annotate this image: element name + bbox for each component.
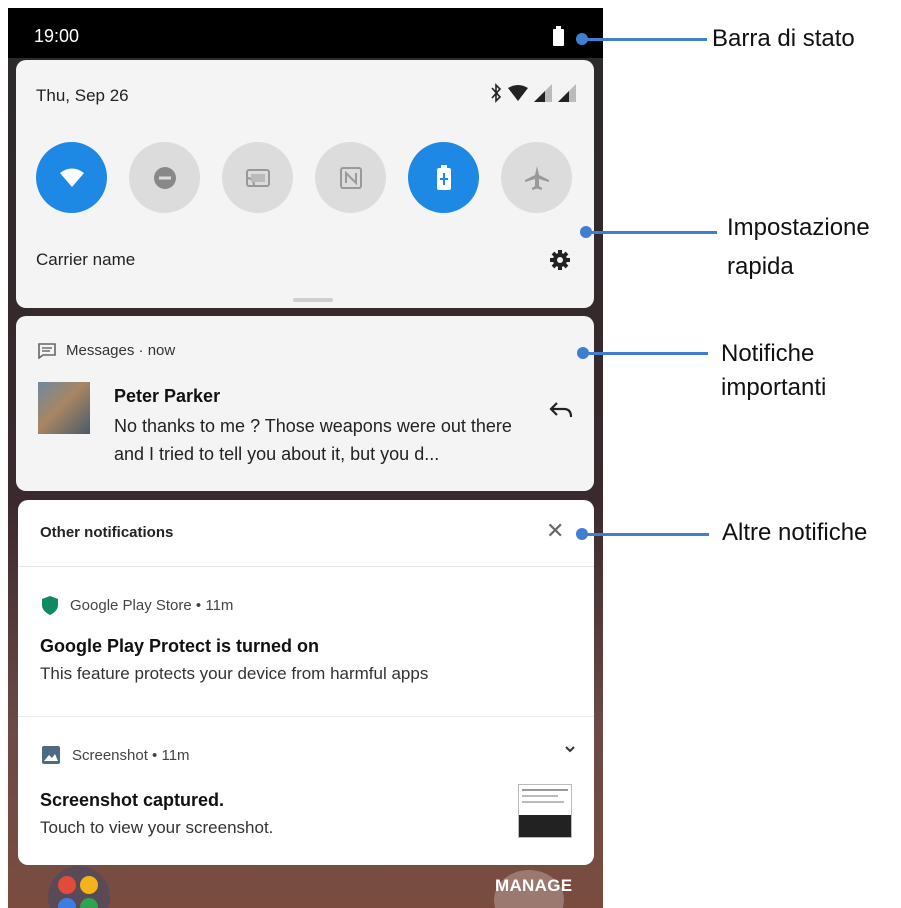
label-quick-settings-1: Impostazione	[727, 214, 870, 241]
screenshot-thumbnail[interactable]	[518, 784, 572, 838]
dnd-tile[interactable]	[129, 142, 200, 213]
carrier-name: Carrier name	[36, 250, 136, 269]
notification-app: Google Play Store • 11m	[70, 597, 234, 614]
quick-settings-panel: Thu, Sep 26 Carrier name	[16, 60, 594, 308]
phone-screen: 19:00 Thu, Sep 26 Carrier name Messages …	[8, 8, 603, 908]
other-notifications-title: Other notifications	[40, 524, 174, 541]
quick-tiles	[36, 142, 572, 213]
bluetooth-icon	[491, 83, 502, 103]
image-icon	[42, 746, 60, 764]
cell-signal-icon	[534, 84, 552, 102]
nfc-tile[interactable]	[315, 142, 386, 213]
status-bar: 19:00	[8, 8, 603, 58]
label-other: Altre notifiche	[722, 519, 868, 546]
callout-line-status-bar	[585, 38, 707, 41]
notification-header: Screenshot • 11m	[42, 746, 190, 764]
chevron-down-icon[interactable]	[564, 744, 576, 754]
qs-date: Thu, Sep 26	[36, 86, 129, 105]
notification-title: Google Play Protect is turned on	[40, 636, 320, 656]
notification-body: This feature protects your device from h…	[40, 664, 429, 683]
callout-line-other	[585, 533, 709, 536]
close-icon[interactable]: ✕	[546, 518, 564, 544]
shield-icon	[42, 596, 58, 615]
cast-icon	[245, 168, 270, 187]
qs-status-icons	[490, 82, 576, 104]
notification-header: Google Play Store • 11m	[42, 596, 233, 615]
notification-app: Screenshot • 11m	[72, 746, 190, 764]
label-important-1: Notifiche	[721, 340, 815, 367]
other-notifications-header: Other notifications ✕	[18, 500, 594, 567]
manage-button[interactable]: MANAGE	[495, 876, 572, 896]
callout-line-important	[586, 352, 708, 355]
other-notifications-group: Other notifications ✕ Google Play Store …	[18, 500, 594, 865]
google-apps-folder[interactable]	[48, 866, 110, 908]
wifi-icon	[59, 168, 84, 187]
avatar	[38, 382, 90, 434]
label-status-bar: Barra di stato	[712, 25, 855, 52]
notification-app: Messages · now	[66, 342, 176, 359]
play-store-notification[interactable]: Google Play Store • 11m Google Play Prot…	[18, 568, 594, 717]
notification-header: Messages · now	[38, 342, 175, 359]
reply-icon[interactable]	[548, 400, 574, 420]
label-quick-settings-2: rapida	[727, 253, 794, 280]
notification-title: Screenshot captured.	[40, 790, 225, 810]
drag-handle[interactable]	[293, 298, 333, 302]
messages-notification[interactable]: Messages · now Peter Parker No thanks to…	[16, 316, 594, 491]
battery-saver-tile[interactable]	[408, 142, 479, 213]
callout-line-quick-settings	[589, 231, 717, 234]
sender-name: Peter Parker	[114, 386, 221, 406]
nfc-icon	[339, 166, 362, 189]
airplane-mode-icon	[524, 165, 549, 190]
wifi-tile[interactable]	[36, 142, 107, 213]
wifi-signal-icon	[508, 85, 528, 101]
status-time: 19:00	[34, 26, 80, 46]
gear-icon[interactable]	[548, 248, 572, 272]
label-important-2: importanti	[721, 374, 827, 401]
battery-saver-icon	[436, 164, 451, 190]
notification-body: Touch to view your screenshot.	[40, 818, 274, 837]
message-icon	[38, 342, 56, 359]
cast-tile[interactable]	[222, 142, 293, 213]
do-not-disturb-icon	[153, 166, 176, 189]
message-text: No thanks to me ? Those weapons were out…	[114, 416, 512, 464]
airplane-tile[interactable]	[501, 142, 572, 213]
screenshot-notification[interactable]: Screenshot • 11m Screenshot captured. To…	[18, 718, 594, 858]
cell-signal-2-icon	[558, 84, 576, 102]
battery-icon	[553, 26, 564, 46]
